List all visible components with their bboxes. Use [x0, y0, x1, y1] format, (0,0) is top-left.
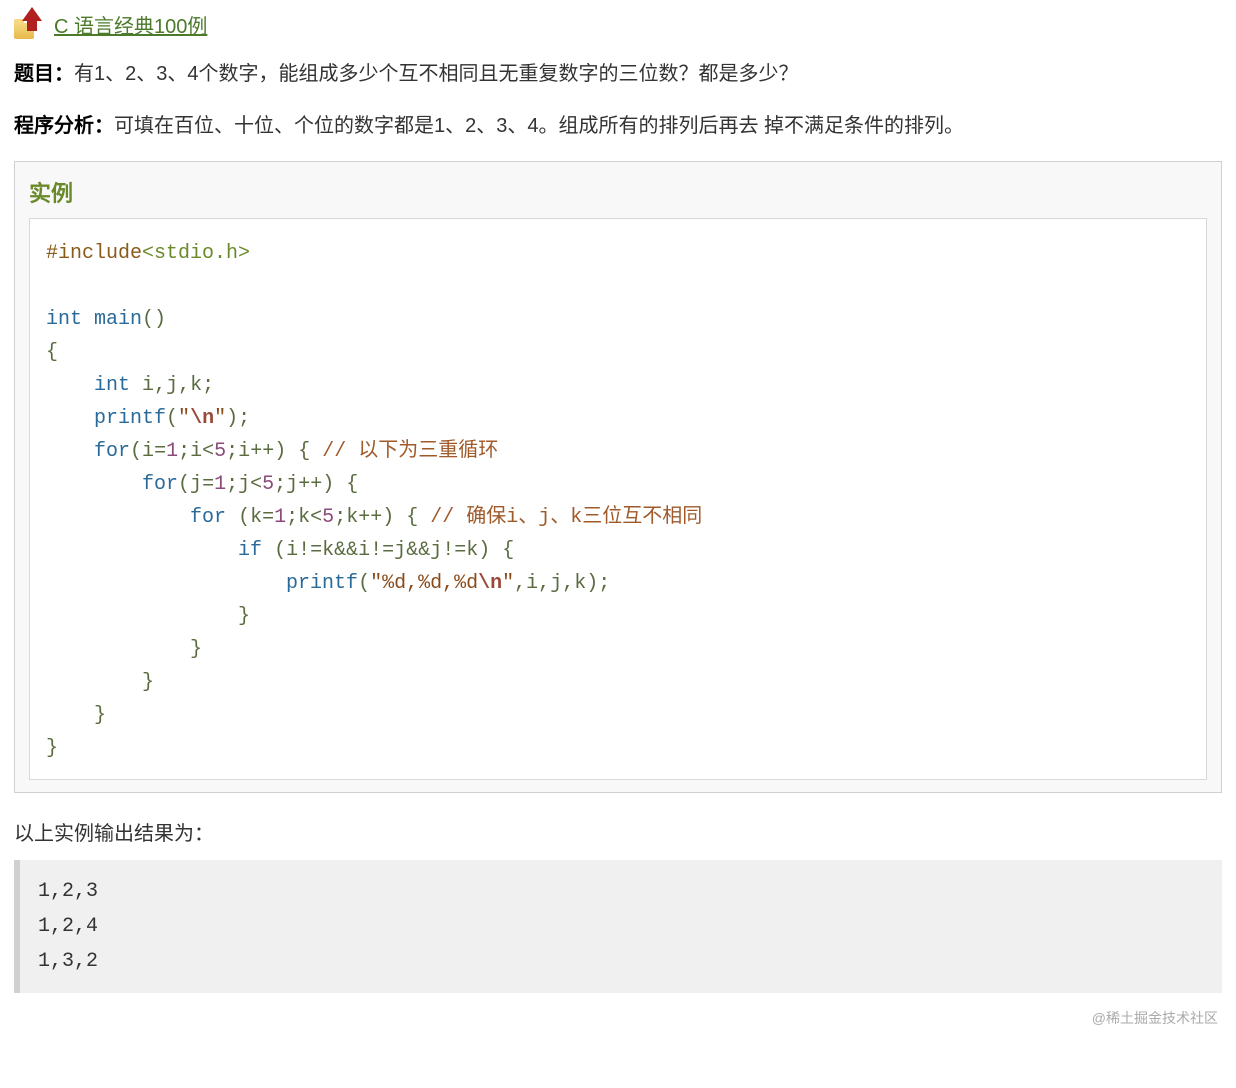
token-comment: // 以下为三重循环	[322, 440, 498, 463]
output-block: 1,2,3 1,2,4 1,3,2	[14, 860, 1222, 993]
token-function: printf	[94, 407, 166, 430]
token-function: main	[94, 308, 142, 331]
token-brace: {	[46, 341, 58, 364]
token-comment: // 确保i、j、k三位互不相同	[430, 506, 702, 529]
breadcrumb-link[interactable]: C 语言经典100例	[54, 10, 207, 39]
token-ident: i	[142, 374, 154, 397]
watermark: @稀土掘金技术社区	[1092, 1008, 1218, 1028]
token-paren: ()	[142, 308, 166, 331]
up-folder-icon	[14, 11, 42, 39]
analysis-text: 可填在百位、十位、个位的数字都是1、2、3、4。组成所有的排列后再去 掉不满足条…	[114, 115, 964, 137]
question-label: 题目：	[14, 63, 74, 85]
question-text: 有1、2、3、4个数字，能组成多少个互不相同且无重复数字的三位数？都是多少？	[74, 63, 799, 85]
question-paragraph: 题目：有1、2、3、4个数字，能组成多少个互不相同且无重复数字的三位数？都是多少…	[14, 57, 1222, 91]
token-keyword: int	[46, 308, 82, 331]
token-header: <stdio.h>	[142, 242, 250, 265]
token-keyword: int	[94, 374, 130, 397]
token-preproc: #include	[46, 242, 142, 265]
example-box: 实例 #include<stdio.h> int main() { int i,…	[14, 161, 1222, 793]
analysis-label: 程序分析：	[14, 115, 114, 137]
analysis-paragraph: 程序分析：可填在百位、十位、个位的数字都是1、2、3、4。组成所有的排列后再去 …	[14, 109, 1222, 143]
breadcrumb: C 语言经典100例	[14, 10, 1222, 39]
output-label: 以上实例输出结果为：	[14, 817, 1222, 846]
code-block: #include<stdio.h> int main() { int i,j,k…	[29, 218, 1207, 780]
example-title: 实例	[29, 176, 1207, 208]
